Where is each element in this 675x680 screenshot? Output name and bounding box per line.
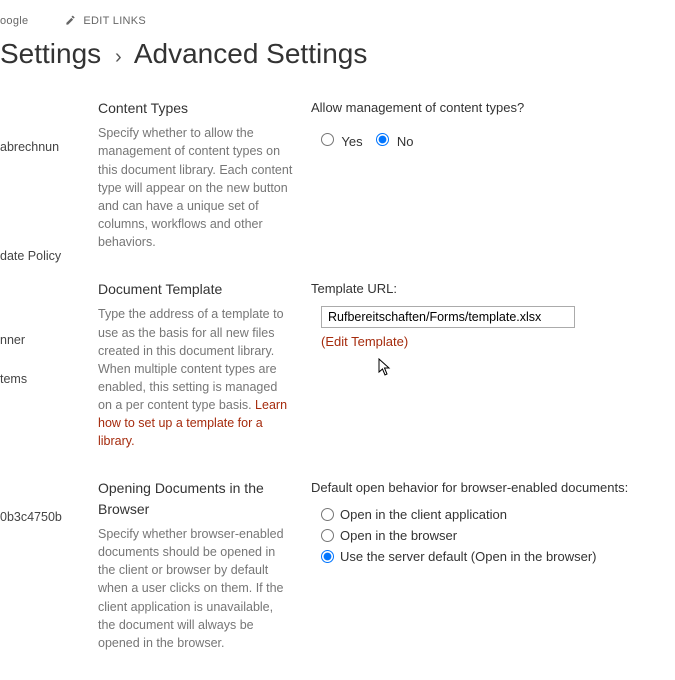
open-client-radio[interactable] [321,508,334,521]
open-server-default-label: Use the server default (Open in the brow… [340,549,597,564]
page-title: Advanced Settings [134,38,368,69]
nav-item-fragment[interactable]: abrechnun [0,140,70,154]
content-types-yes-label: Yes [341,134,362,149]
template-url-label: Template URL: [311,281,667,296]
open-client-label: Open in the client application [340,507,507,522]
template-url-input[interactable] [321,306,575,328]
nav-item-fragment: 0b3c4750b [0,510,62,524]
section-document-template: Document Template Type the address of a … [98,279,667,450]
section-opening-documents: Opening Documents in the Browser Specify… [98,478,667,651]
breadcrumb: Settings › Advanced Settings [0,38,367,70]
nav-oogle-fragment: oogle [0,15,28,27]
open-browser-label: Open in the browser [340,528,457,543]
open-behavior-label: Default open behavior for browser-enable… [311,480,667,495]
nav-item-fragment[interactable]: nner [0,333,70,347]
section-description: Specify whether to allow the management … [98,126,292,249]
section-title: Opening Documents in the Browser [98,478,293,519]
content-types-no-label: No [397,134,414,149]
section-description: Specify whether browser-enabled document… [98,527,284,650]
nav-item-fragment[interactable]: tems [0,372,70,386]
section-title: Document Template [98,279,293,299]
edit-template-link[interactable]: (Edit Template) [321,334,408,349]
content-types-yes-radio[interactable] [321,133,334,146]
edit-links-label: EDIT LINKS [83,15,146,27]
open-server-default-radio[interactable] [321,550,334,563]
quick-launch-nav: abrechnun date Policy nner tems 0b3c4750… [0,140,70,411]
edit-links-button[interactable]: EDIT LINKS [65,15,146,27]
section-content-types: Content Types Specify whether to allow t… [98,98,667,251]
nav-item-fragment[interactable]: date Policy [0,249,70,263]
content-types-no-radio[interactable] [376,133,389,146]
content-types-question: Allow management of content types? [311,100,667,115]
breadcrumb-parent[interactable]: Settings [0,38,101,69]
section-description: Type the address of a template to use as… [98,307,284,412]
breadcrumb-separator-icon: › [109,46,128,68]
section-title: Content Types [98,98,293,118]
pencil-icon [65,15,83,27]
open-browser-radio[interactable] [321,529,334,542]
